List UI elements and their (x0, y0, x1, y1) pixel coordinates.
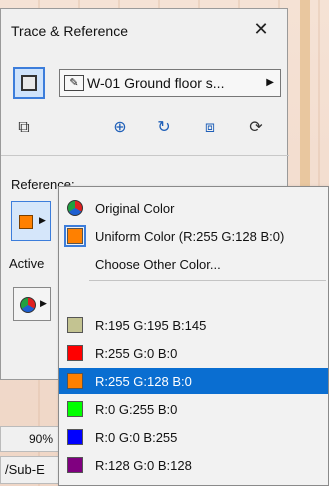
trace-toggle-button[interactable] (13, 67, 45, 99)
color-dropdown-menu: Original Color Uniform Color (R:255 G:12… (58, 186, 329, 486)
active-color-button[interactable]: ▶ (13, 287, 51, 321)
menu-item-original-color[interactable]: Original Color (59, 195, 328, 221)
menu-item-color-selected[interactable]: R:255 G:128 B:0 (59, 368, 328, 394)
move-rotate-icon[interactable]: ⊕ (109, 117, 131, 139)
close-icon[interactable]: ✕ (251, 19, 271, 39)
arrow-right-icon: ▶ (40, 298, 47, 308)
menu-item-label: Choose Other Color... (95, 256, 221, 272)
menu-item-color[interactable]: R:0 G:0 B:255 (59, 424, 328, 450)
zoom-level[interactable]: 90% (0, 426, 60, 452)
multicolor-pie-icon (20, 297, 36, 313)
menu-item-label: R:255 G:0 B:0 (95, 345, 178, 361)
active-label: Active (9, 256, 45, 271)
sub-layer-field[interactable]: /Sub-E (0, 456, 60, 484)
reference-select-value: W-01 Ground floor s... (87, 75, 225, 91)
orange-swatch-icon (19, 215, 33, 229)
reset-icon[interactable]: ⟳ (245, 117, 267, 139)
menu-item-label: R:0 G:0 B:255 (95, 429, 178, 445)
menu-item-uniform-color[interactable]: Uniform Color (R:255 G:128 B:0) (59, 223, 328, 249)
menu-item-label: Original Color (95, 200, 175, 216)
trace-square-icon (21, 75, 37, 91)
orange-swatch-icon (64, 225, 86, 247)
menu-item-color[interactable]: R:128 G:0 B:128 (59, 452, 328, 478)
menu-item-choose-other-color[interactable]: Choose Other Color... (59, 251, 328, 277)
menu-item-label: R:0 G:255 B:0 (95, 401, 178, 417)
divider (1, 155, 289, 156)
palette-title: Trace & Reference (11, 23, 128, 39)
menu-item-color[interactable]: R:255 G:0 B:0 (59, 340, 328, 366)
menu-item-label: R:128 G:0 B:128 (95, 457, 192, 473)
color-swatch-icon (67, 401, 83, 417)
color-swatch-icon (67, 373, 83, 389)
rotate-icon[interactable]: ↻ (153, 117, 175, 139)
multicolor-pie-icon (67, 200, 83, 216)
color-swatch-icon (67, 317, 83, 333)
color-swatch-icon (67, 345, 83, 361)
mirror-icon[interactable]: ⧈ (199, 117, 221, 139)
color-swatch-icon (67, 429, 83, 445)
reference-color-button[interactable]: ▶ (11, 201, 51, 241)
menu-item-label: R:195 G:195 B:145 (95, 317, 207, 333)
color-swatch-icon (67, 457, 83, 473)
menu-item-label: R:255 G:128 B:0 (95, 373, 192, 389)
menu-item-color[interactable]: R:195 G:195 B:145 (59, 312, 328, 338)
menu-item-color[interactable]: R:0 G:255 B:0 (59, 396, 328, 422)
move-reference-icon[interactable]: ⧉ (13, 117, 35, 139)
arrow-right-icon: ▶ (266, 77, 274, 88)
menu-divider (89, 280, 326, 281)
menu-item-label: Uniform Color (R:255 G:128 B:0) (95, 228, 285, 244)
reference-select[interactable]: ✎ W-01 Ground floor s... ▶ (59, 69, 281, 97)
pencil-icon: ✎ (64, 75, 84, 91)
arrow-right-icon: ▶ (39, 215, 46, 225)
